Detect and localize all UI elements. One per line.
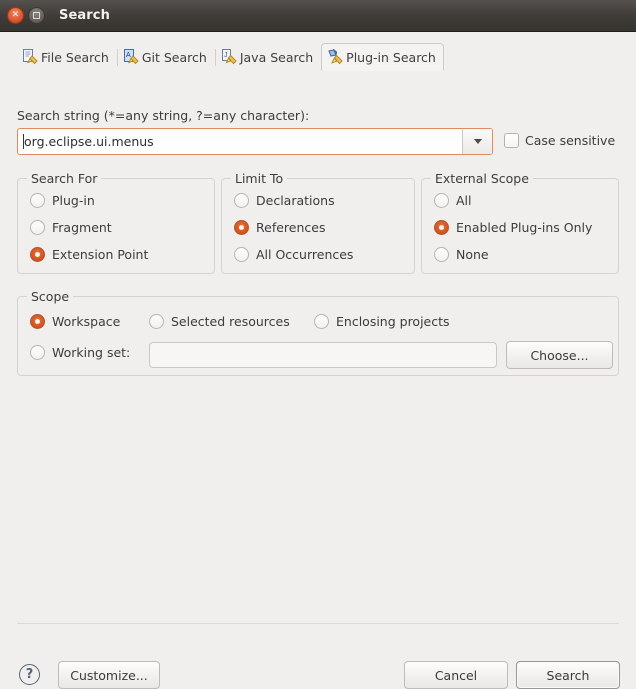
radio-external-scope-none[interactable]: None <box>434 247 489 262</box>
search-string-label: Search string (*=any string, ?=any chara… <box>17 108 310 123</box>
choose-button[interactable]: Choose... <box>506 341 613 369</box>
radio-indicator[interactable] <box>30 247 45 262</box>
search-input[interactable]: org.eclipse.ui.menus <box>18 129 462 154</box>
group-title: Search For <box>27 171 102 186</box>
search-string-combo[interactable]: org.eclipse.ui.menus <box>17 128 493 155</box>
radio-indicator[interactable] <box>30 314 45 329</box>
tab-label: File Search <box>41 49 109 65</box>
tab-label: Plug-in Search <box>346 49 436 65</box>
git-search-icon: A <box>123 49 140 65</box>
search-input-value: org.eclipse.ui.menus <box>24 134 154 149</box>
group-title: Limit To <box>231 171 288 186</box>
limit-to-group: Limit To Declarations References All Occ… <box>221 171 415 274</box>
radio-search-for-extension-point[interactable]: Extension Point <box>30 247 148 262</box>
svg-text:A: A <box>126 52 131 59</box>
radio-search-for-plugin[interactable]: Plug-in <box>30 193 95 208</box>
window-titlebar: ✕ Search <box>0 0 636 32</box>
text-caret <box>23 134 24 149</box>
radio-indicator[interactable] <box>234 220 249 235</box>
radio-indicator[interactable] <box>434 220 449 235</box>
radio-label: All <box>456 193 472 208</box>
customize-button[interactable]: Customize... <box>58 661 160 689</box>
tab-git-search[interactable]: A Git Search <box>116 43 215 71</box>
radio-indicator[interactable] <box>234 247 249 262</box>
radio-search-for-fragment[interactable]: Fragment <box>30 220 112 235</box>
radio-label: Extension Point <box>52 247 149 262</box>
radio-label: None <box>456 247 489 262</box>
radio-indicator[interactable] <box>30 345 45 360</box>
case-sensitive-row[interactable]: Case sensitive <box>504 133 615 148</box>
radio-label: Enclosing projects <box>336 314 450 329</box>
radio-indicator[interactable] <box>234 193 249 208</box>
radio-indicator[interactable] <box>30 193 45 208</box>
search-history-dropdown-button[interactable] <box>462 129 492 154</box>
radio-label: All Occurrences <box>256 247 354 262</box>
radio-limit-to-all-occurrences[interactable]: All Occurrences <box>234 247 353 262</box>
radio-label: References <box>256 220 326 235</box>
radio-indicator[interactable] <box>434 193 449 208</box>
radio-limit-to-declarations[interactable]: Declarations <box>234 193 335 208</box>
cancel-button[interactable]: Cancel <box>404 661 508 689</box>
search-button[interactable]: Search <box>516 661 620 689</box>
radio-label: Workspace <box>52 314 121 329</box>
radio-indicator[interactable] <box>434 247 449 262</box>
radio-label: Fragment <box>52 220 112 235</box>
radio-indicator[interactable] <box>149 314 164 329</box>
group-title: Scope <box>27 289 74 304</box>
help-icon[interactable]: ? <box>19 664 40 685</box>
radio-scope-selected-resources[interactable]: Selected resources <box>149 314 290 329</box>
radio-label: Selected resources <box>171 314 290 329</box>
case-sensitive-label: Case sensitive <box>525 133 616 148</box>
search-tabs: File Search A Git Search J Java Search P… <box>16 43 444 71</box>
svg-text:J: J <box>224 52 228 59</box>
case-sensitive-checkbox[interactable] <box>504 133 519 148</box>
radio-label: Declarations <box>256 193 335 208</box>
tab-label: Java Search <box>239 49 314 65</box>
window-title: Search <box>59 8 110 23</box>
radio-label: Plug-in <box>52 193 95 208</box>
group-title: External Scope <box>431 171 533 186</box>
tab-file-search[interactable]: File Search <box>16 43 117 71</box>
radio-label: Enabled Plug-ins Only <box>456 220 593 235</box>
close-icon[interactable]: ✕ <box>7 7 24 24</box>
radio-limit-to-references[interactable]: References <box>234 220 325 235</box>
radio-indicator[interactable] <box>30 220 45 235</box>
radio-indicator[interactable] <box>314 314 329 329</box>
tab-plugin-search[interactable]: Plug-in Search <box>321 43 444 71</box>
java-search-icon: J <box>221 49 238 65</box>
file-search-icon <box>22 49 39 65</box>
radio-external-scope-all[interactable]: All <box>434 193 472 208</box>
radio-external-scope-enabled-plugins-only[interactable]: Enabled Plug-ins Only <box>434 220 592 235</box>
radio-scope-workspace[interactable]: Workspace <box>30 314 120 329</box>
radio-label: Working set: <box>52 345 131 360</box>
chevron-down-icon <box>473 139 482 144</box>
working-set-input[interactable] <box>149 342 497 368</box>
tab-label: Git Search <box>141 49 207 65</box>
radio-scope-enclosing-projects[interactable]: Enclosing projects <box>314 314 450 329</box>
tab-java-search[interactable]: J Java Search <box>214 43 321 71</box>
maximize-icon[interactable] <box>28 7 45 24</box>
search-for-group: Search For Plug-in Fragment Extension Po… <box>17 171 215 274</box>
external-scope-group: External Scope All Enabled Plug-ins Only… <box>421 171 619 274</box>
radio-scope-working-set[interactable]: Working set: <box>30 345 130 360</box>
plugin-search-icon <box>327 48 344 65</box>
footer-separator <box>17 623 619 624</box>
search-dialog: File Search A Git Search J Java Search P… <box>0 32 636 689</box>
